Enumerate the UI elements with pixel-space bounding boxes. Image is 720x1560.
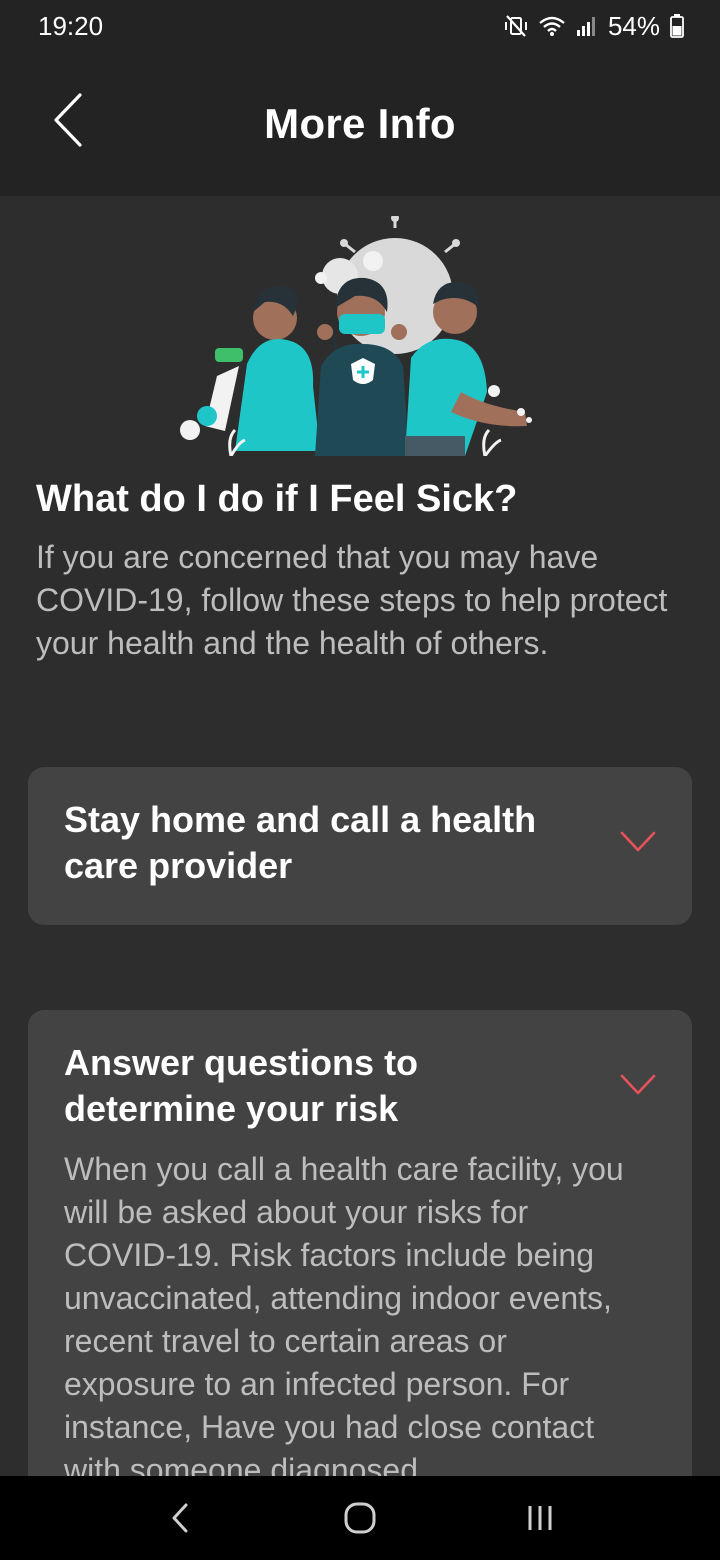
wifi-icon bbox=[539, 16, 565, 36]
status-time: 19:20 bbox=[38, 10, 104, 41]
status-icons bbox=[504, 15, 598, 37]
accordion-title: Stay home and call a health care provide… bbox=[64, 799, 537, 886]
signal-icon bbox=[576, 17, 595, 36]
nav-recents-button[interactable] bbox=[510, 1488, 570, 1548]
nav-home-button[interactable] bbox=[330, 1488, 390, 1548]
content-scroll[interactable]: What do I do if I Feel Sick? If you are … bbox=[0, 196, 720, 1476]
back-icon bbox=[172, 1503, 188, 1533]
chevron-down-icon[interactable] bbox=[620, 831, 656, 853]
section-intro: If you are concerned that you may have C… bbox=[36, 539, 668, 661]
page-title: More Info bbox=[264, 100, 456, 147]
section-heading: What do I do if I Feel Sick? bbox=[36, 478, 518, 520]
chevron-down-icon[interactable] bbox=[620, 1074, 656, 1096]
status-right: 54% bbox=[504, 11, 684, 42]
recents-icon bbox=[528, 1506, 552, 1530]
battery-percent: 54% bbox=[607, 10, 660, 41]
accordion-title: Answer questions to determine your risk bbox=[64, 1042, 419, 1129]
accordion-body: When you call a health care facility, yo… bbox=[64, 1151, 624, 1476]
battery-icon bbox=[670, 14, 684, 38]
people-masks-virus-illustration bbox=[180, 216, 532, 456]
accordion-answer-questions[interactable]: Answer questions to determine your risk … bbox=[28, 1010, 692, 1476]
accordion-stay-home[interactable]: Stay home and call a health care provide… bbox=[28, 767, 692, 925]
system-nav-bar bbox=[0, 1476, 720, 1560]
status-bar: 19:20 54% bbox=[0, 0, 720, 52]
nav-back-button[interactable] bbox=[150, 1488, 210, 1548]
chevron-left-icon bbox=[54, 93, 82, 147]
mute-vibrate-icon bbox=[504, 15, 527, 37]
app-header: More Info bbox=[0, 52, 720, 196]
back-button[interactable] bbox=[44, 88, 92, 152]
home-icon bbox=[344, 1502, 376, 1534]
